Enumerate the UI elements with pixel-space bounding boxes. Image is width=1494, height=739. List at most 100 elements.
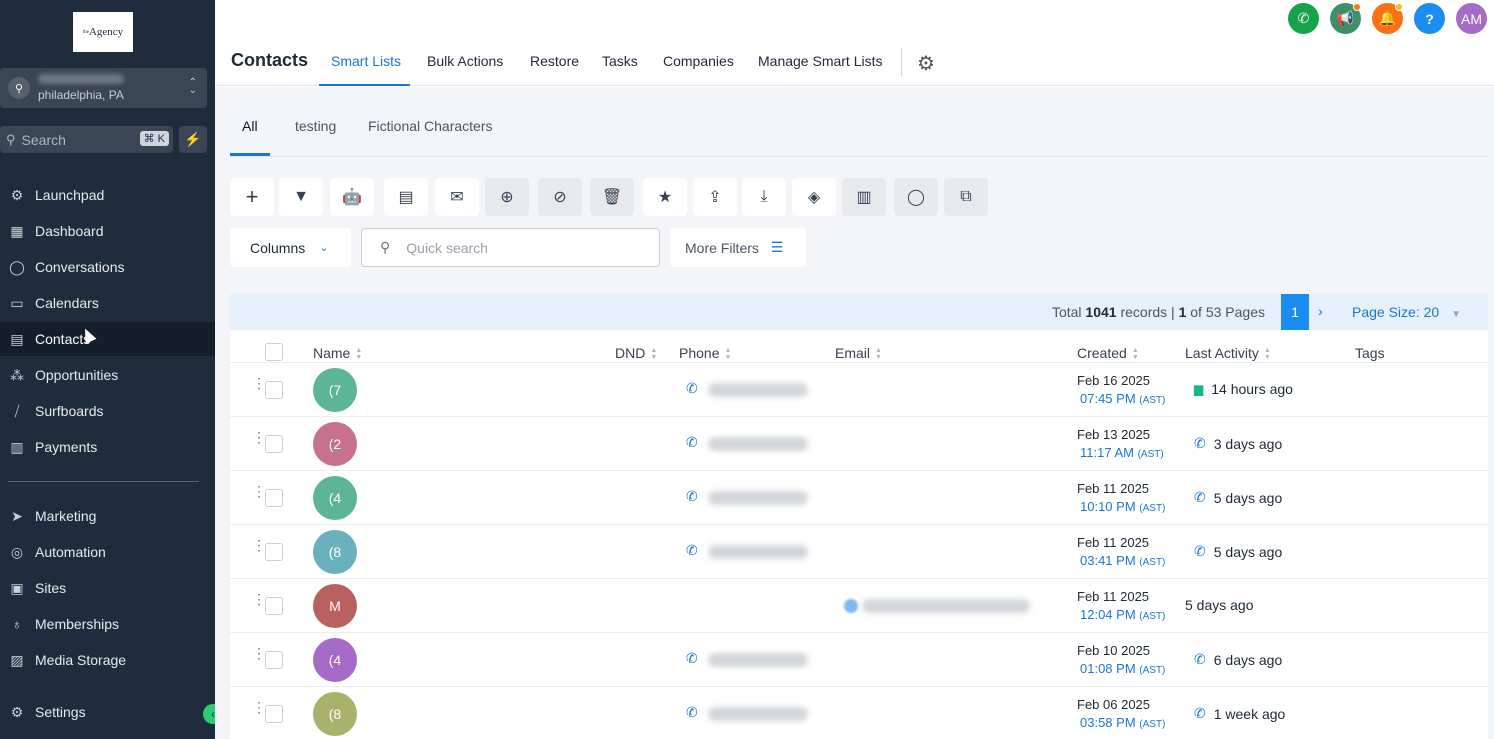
subtab-fictional-characters[interactable]: Fictional Characters — [368, 118, 493, 134]
tab-bulk-actions[interactable]: Bulk Actions — [427, 53, 503, 69]
user-avatar[interactable]: AM — [1456, 3, 1487, 34]
tab-tasks[interactable]: Tasks — [602, 53, 638, 69]
trash-icon[interactable]: 🗑 — [590, 178, 634, 216]
table-row[interactable]: ⋮ M Feb 11 2025 12:04 PM (AST) 5 days ago — [230, 578, 1488, 632]
merge-icon[interactable]: ⧉ — [944, 178, 988, 216]
review-request-icon[interactable]: ◈ — [792, 178, 836, 216]
row-checkbox[interactable] — [265, 543, 283, 561]
bell-icon[interactable]: 🔔 — [1372, 3, 1403, 34]
contact-avatar[interactable]: (4 — [313, 638, 357, 682]
sidebar-item-conversations[interactable]: ◯ Conversations — [0, 250, 215, 284]
whatsapp-icon[interactable]: ◯ — [894, 178, 938, 216]
page-size-select[interactable]: Page Size: 20 ▼ — [1352, 304, 1461, 320]
column-header-tags[interactable]: Tags — [1355, 345, 1385, 361]
phone-icon[interactable]: ✆ — [686, 434, 698, 451]
row-checkbox[interactable] — [265, 435, 283, 453]
sidebar-item-contacts[interactable]: ▤ Contacts — [0, 322, 215, 356]
select-all-checkbox[interactable] — [265, 343, 283, 361]
app-root: the Agency ⚲ philadelphia, PA ⌃ ⌄ ⚲ Search… — [0, 0, 1494, 739]
quick-actions-bolt-icon[interactable]: ⚡ — [179, 126, 207, 153]
download-icon[interactable]: ⤓ — [742, 178, 786, 216]
tab-smart-lists[interactable]: Smart Lists — [331, 53, 401, 69]
phone-activity-icon: ✆ — [1194, 705, 1206, 721]
filter-icon[interactable]: ▼ — [279, 178, 323, 216]
table-row[interactable]: ⋮ (8 ✆ Feb 11 2025 03:41 PM (AST) ✆ 5 days ago — [230, 524, 1488, 578]
gear-icon[interactable]: ⚙ — [917, 51, 935, 76]
help-icon[interactable]: ? — [1414, 3, 1445, 34]
column-header-created[interactable]: Created ▲ ▼ — [1077, 345, 1139, 361]
contact-avatar[interactable]: (4 — [313, 476, 357, 520]
email-icon[interactable]: ✉ — [435, 178, 479, 216]
row-menu-icon[interactable]: ⋮ — [252, 376, 266, 390]
remove-tag-icon[interactable]: ⊘ — [538, 178, 582, 216]
sidebar-search[interactable]: ⚲ Search ⌘ K — [0, 126, 173, 153]
contact-avatar[interactable]: (7 — [313, 368, 357, 412]
sidebar-item-automation[interactable]: ◎ Automation — [0, 535, 215, 569]
row-checkbox[interactable] — [265, 381, 283, 399]
column-header-last-activity[interactable]: Last Activity ▲ ▼ — [1185, 345, 1271, 361]
upload-icon[interactable]: ⇪ — [693, 178, 737, 216]
chevron-right-icon[interactable]: › — [1318, 303, 1323, 319]
sidebar-item-calendars[interactable]: ▭ Calendars — [0, 286, 215, 320]
row-menu-icon[interactable]: ⋮ — [252, 646, 266, 660]
phone-icon[interactable]: ✆ — [686, 704, 698, 721]
table-row[interactable]: ⋮ (8 ✆ Feb 06 2025 03:58 PM (AST) ✆ 1 week ago — [230, 686, 1488, 739]
phone-icon[interactable]: ✆ — [686, 488, 698, 505]
sidebar-item-marketing[interactable]: ➤ Marketing — [0, 499, 215, 533]
phone-icon[interactable]: ✆ — [686, 380, 698, 397]
sidebar-item-payments[interactable]: ▥ Payments — [0, 430, 215, 464]
tab-companies[interactable]: Companies — [663, 53, 734, 69]
column-header-phone[interactable]: Phone ▲ ▼ — [679, 345, 731, 361]
robot-icon[interactable]: 🤖 — [330, 178, 374, 216]
location-switcher[interactable]: ⚲ philadelphia, PA ⌃ ⌄ — [0, 68, 207, 108]
columns-dropdown[interactable]: Columns ⌄ — [230, 228, 351, 267]
sidebar-item-media-storage[interactable]: ▨ Media Storage — [0, 643, 215, 677]
table-row[interactable]: ⋮ (4 ✆ Feb 11 2025 10:10 PM (AST) ✆ 5 days ago — [230, 470, 1488, 524]
table-row[interactable]: ⋮ (2 ✆ Feb 13 2025 11:17 AM (AST) ✆ 3 days ago — [230, 416, 1488, 470]
add-tag-icon[interactable]: ⊕ — [485, 178, 529, 216]
sms-icon[interactable]: ▤ — [384, 178, 428, 216]
contact-avatar[interactable]: (8 — [313, 692, 357, 736]
contact-avatar[interactable]: M — [313, 584, 357, 628]
row-checkbox[interactable] — [265, 597, 283, 615]
subtab-all[interactable]: All — [242, 118, 258, 134]
phone-icon[interactable]: ✆ — [1288, 3, 1319, 34]
row-checkbox[interactable] — [265, 705, 283, 723]
column-header-dnd[interactable]: DND ▲ ▼ — [615, 345, 657, 361]
phone-icon[interactable]: ✆ — [686, 542, 698, 559]
column-header-email[interactable]: Email ▲ ▼ — [835, 345, 882, 361]
tab-restore[interactable]: Restore — [530, 53, 579, 69]
row-menu-icon[interactable]: ⋮ — [252, 592, 266, 606]
contact-avatar[interactable]: (8 — [313, 530, 357, 574]
phone-icon[interactable]: ✆ — [686, 650, 698, 667]
sidebar-item-sites[interactable]: ▣ Sites — [0, 571, 215, 605]
row-checkbox[interactable] — [265, 651, 283, 669]
tab-manage-smart-lists[interactable]: Manage Smart Lists — [758, 53, 883, 69]
sidebar-item-dashboard[interactable]: ▦ Dashboard — [0, 214, 215, 248]
company-icon[interactable]: ▥ — [842, 178, 886, 216]
sidebar-item-settings[interactable]: ⚙ Settings — [0, 695, 215, 729]
megaphone-icon[interactable]: 📢 — [1330, 3, 1361, 34]
quick-search-input[interactable]: ⚲ Quick search — [361, 228, 660, 267]
email-status-icon — [844, 599, 858, 613]
more-filters-button[interactable]: More Filters ☰ — [670, 228, 806, 267]
content-area: All testing Fictional Characters + ▼ 🤖 ▤… — [215, 87, 1494, 739]
column-header-name[interactable]: Name ▲ ▼ — [313, 345, 362, 361]
row-menu-icon[interactable]: ⋮ — [252, 538, 266, 552]
page-1-button[interactable]: 1 — [1281, 294, 1309, 330]
table-row[interactable]: ⋮ (7 ✆ Feb 16 2025 07:45 PM (AST) ▆ 14 hours a… — [230, 362, 1488, 416]
contact-avatar[interactable]: (2 — [313, 422, 357, 466]
row-menu-icon[interactable]: ⋮ — [252, 430, 266, 444]
sidebar-item-launchpad[interactable]: ⚙ Launchpad — [0, 178, 215, 212]
sidebar-item-memberships[interactable]: ♁ Memberships — [0, 607, 215, 641]
row-menu-icon[interactable]: ⋮ — [252, 484, 266, 498]
sidebar-item-surfboards[interactable]: ⧸ Surfboards — [0, 394, 215, 428]
add-contact-button[interactable]: + — [230, 178, 274, 216]
star-icon[interactable]: ★ — [643, 178, 687, 216]
row-menu-icon[interactable]: ⋮ — [252, 700, 266, 714]
subtab-testing[interactable]: testing — [295, 118, 336, 134]
table-row[interactable]: ⋮ (4 ✆ Feb 10 2025 01:08 PM (AST) ✆ 6 days ago — [230, 632, 1488, 686]
sidebar-item-opportunities[interactable]: ⁂ Opportunities — [0, 358, 215, 392]
row-checkbox[interactable] — [265, 489, 283, 507]
agency-logo[interactable]: the Agency — [73, 12, 133, 52]
